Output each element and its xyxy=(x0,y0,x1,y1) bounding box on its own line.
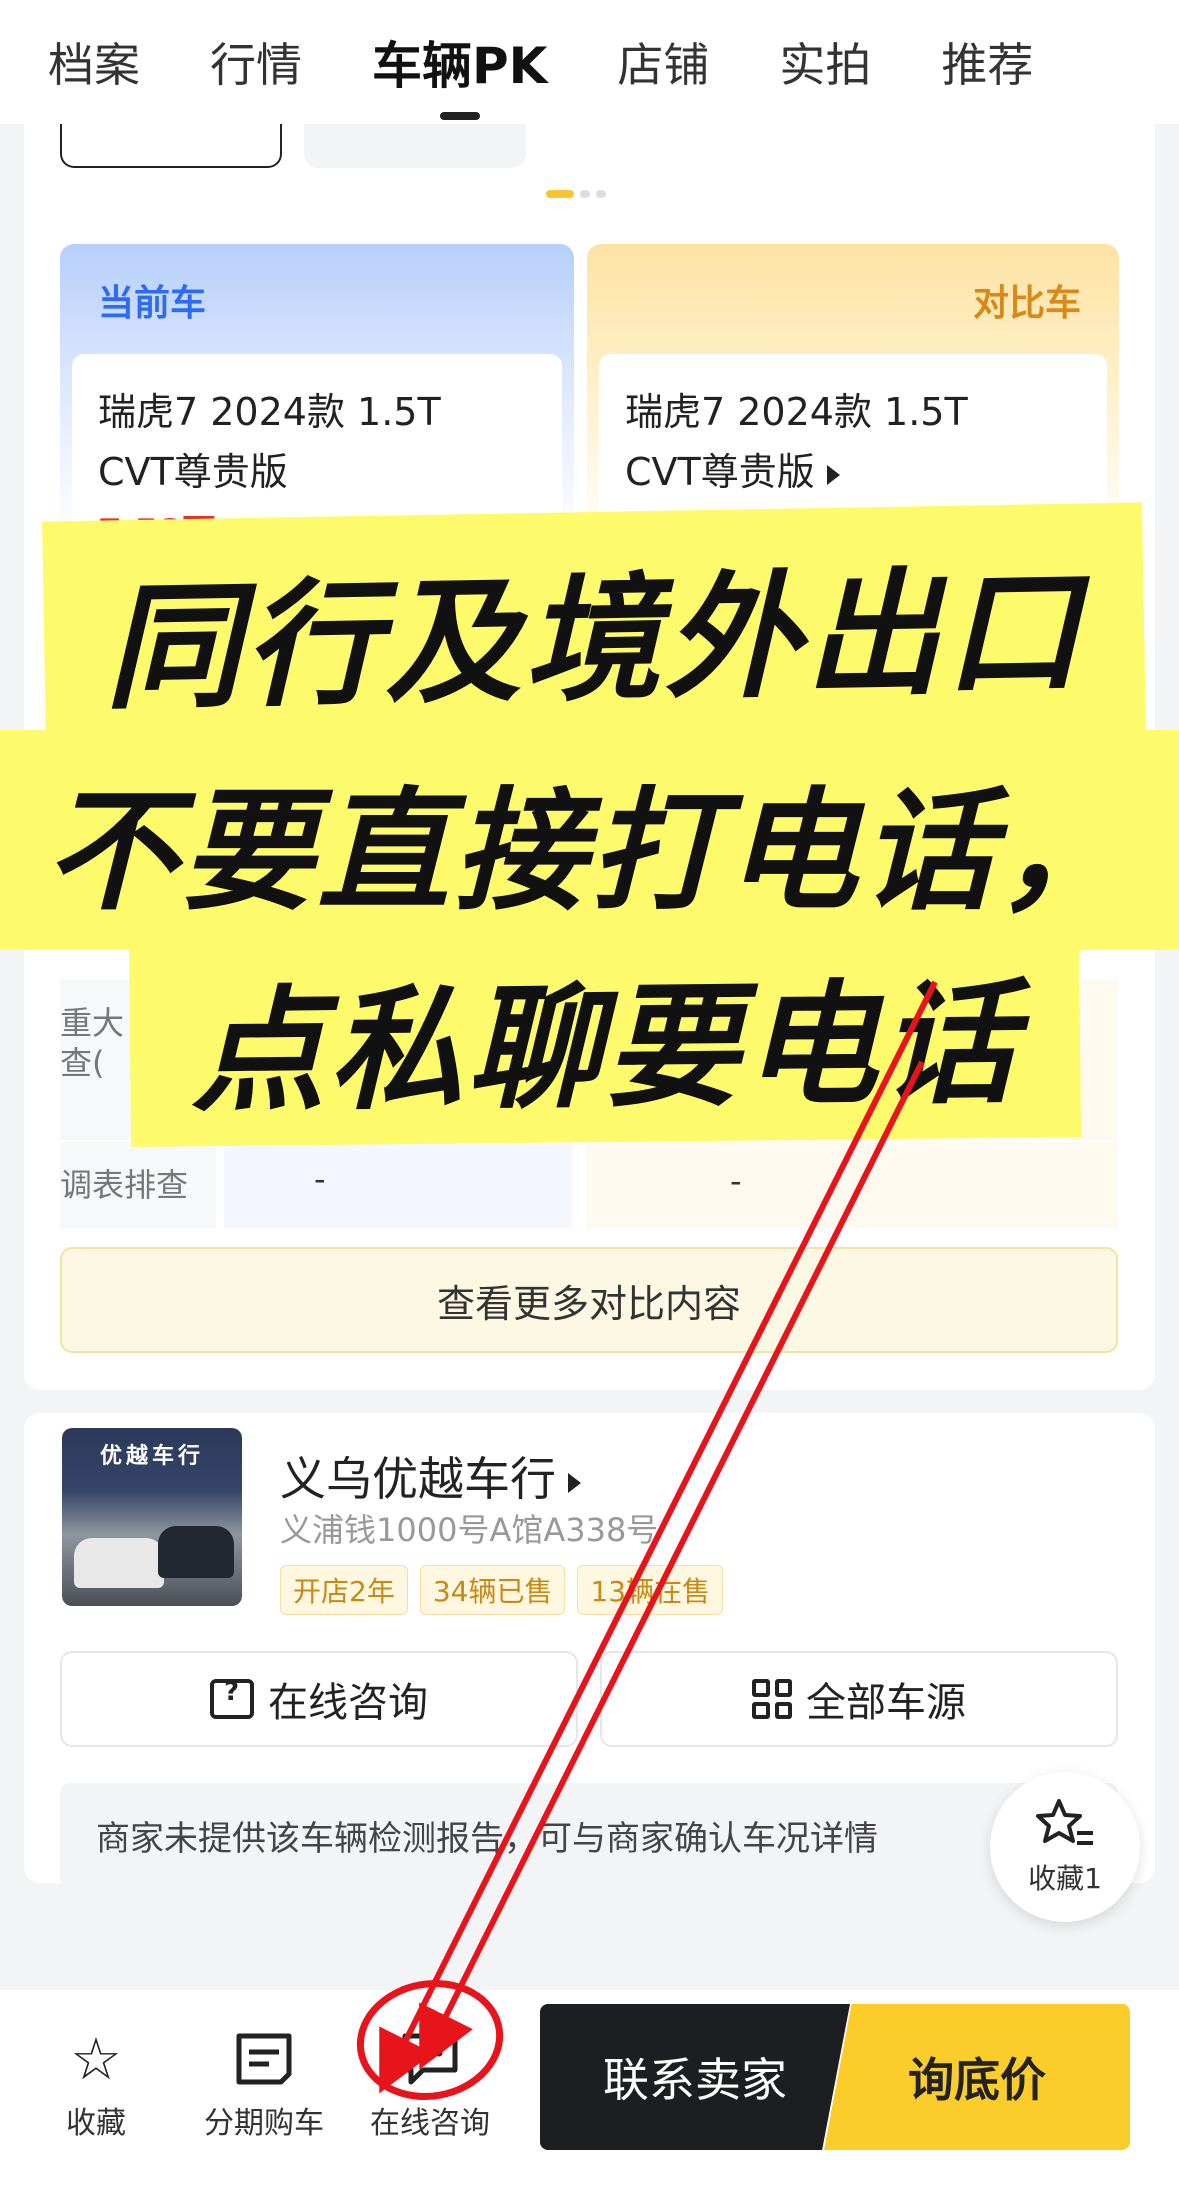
tab-vehicle-pk[interactable]: 车辆PK xyxy=(372,26,547,98)
tab-photos[interactable]: 实拍 xyxy=(779,29,871,95)
chat-icon xyxy=(360,2020,500,2098)
overlay-banner-line3: 点私聊要电话 xyxy=(128,925,1082,1147)
favorite-label: 收藏 xyxy=(66,2106,126,2141)
floating-favorite-button[interactable]: 收藏1 xyxy=(990,1772,1140,1922)
row-current-value: - xyxy=(314,1160,326,1198)
row-label-major-2: 查( xyxy=(60,1044,105,1082)
ask-lowest-price-button[interactable]: 询底价 xyxy=(824,2004,1130,2150)
store-badge-sold: 34辆已售 xyxy=(419,1565,566,1615)
star-list-icon xyxy=(1036,1799,1093,1845)
spec-pill-selected[interactable] xyxy=(60,120,282,168)
row-compare-value: - xyxy=(730,1162,742,1200)
overlay-banner-line2: 不要直接打电话， xyxy=(0,730,1179,950)
all-cars-button[interactable]: 全部车源 xyxy=(600,1651,1118,1747)
online-chat-button[interactable]: 在线咨询 xyxy=(360,2020,500,2142)
current-car-name-line2: CVT尊贵版 xyxy=(98,450,288,494)
store-sign: 优越车行 xyxy=(99,1444,204,1469)
bottom-action-bar: ☆ 收藏 分期购车 在线咨询 联系卖家 询底价 xyxy=(0,1990,1179,2191)
store-badges: 开店2年 34辆已售 13辆在售 xyxy=(280,1565,724,1615)
row-compare-bg xyxy=(586,1142,1118,1228)
tab-store[interactable]: 店铺 xyxy=(617,29,709,95)
installment-icon xyxy=(194,2020,334,2098)
online-consult-label: 在线咨询 xyxy=(268,1680,428,1726)
top-tab-bar: 档案 行情 车辆PK 店铺 实拍 推荐 xyxy=(0,0,1179,124)
store-address: 义浦钱1000号A馆A338号 xyxy=(280,1511,659,1549)
compare-car-name-line1: 瑞虎7 2024款 1.5T xyxy=(625,390,968,434)
tab-archive[interactable]: 档案 xyxy=(48,29,140,95)
row-label-odometer: 调表排查 xyxy=(60,1166,189,1204)
inspection-notice: 商家未提供该车辆检测报告，可与商家确认车况详情 xyxy=(60,1783,1118,1887)
tab-recommend[interactable]: 推荐 xyxy=(941,29,1033,95)
store-photo[interactable]: 优越车行 xyxy=(62,1428,242,1606)
installment-label: 分期购车 xyxy=(204,2106,324,2141)
overlay-banner-line1: 同行及境外出口 xyxy=(42,502,1146,754)
spec-pill[interactable] xyxy=(304,120,526,168)
floating-favorite-label: 收藏1 xyxy=(1028,1862,1102,1895)
store-badge-years: 开店2年 xyxy=(280,1565,408,1615)
star-icon: ☆ xyxy=(70,2025,122,2093)
store-name[interactable]: 义乌优越车行 xyxy=(280,1443,581,1509)
more-comparison-button[interactable]: 查看更多对比内容 xyxy=(60,1247,1118,1353)
current-car-panel: 当前车 瑞虎7 2024款 1.5T CVT尊贵版 7.58万 xyxy=(60,244,574,554)
store-card: 优越车行 义乌优越车行 义浦钱1000号A馆A338号 开店2年 34辆已售 1… xyxy=(24,1413,1155,1887)
compare-car-name-line2: CVT尊贵版 xyxy=(625,450,815,494)
contact-seller-button[interactable]: 联系卖家 xyxy=(540,2004,850,2150)
online-chat-label: 在线咨询 xyxy=(370,2106,490,2141)
current-car-label: 当前车 xyxy=(98,283,207,324)
chat-question-icon xyxy=(210,1677,254,1719)
grid-icon xyxy=(752,1679,792,1719)
online-consult-button[interactable]: 在线咨询 xyxy=(60,1651,578,1747)
store-badge-onsale: 13辆在售 xyxy=(577,1565,724,1615)
caret-right-icon xyxy=(568,1472,581,1493)
favorite-button[interactable]: ☆ 收藏 xyxy=(26,2020,166,2142)
all-cars-label: 全部车源 xyxy=(806,1680,966,1726)
caret-right-icon xyxy=(826,464,840,485)
compare-car-panel: 对比车 瑞虎7 2024款 1.5T CVT尊贵版 xyxy=(587,244,1119,554)
carousel-indicator xyxy=(546,190,606,198)
row-current-bg xyxy=(224,1142,572,1228)
installment-button[interactable]: 分期购车 xyxy=(194,2020,334,2142)
tab-market[interactable]: 行情 xyxy=(210,29,302,95)
current-car-name-line1: 瑞虎7 2024款 1.5T xyxy=(98,390,441,434)
compare-car-label: 对比车 xyxy=(972,283,1081,324)
